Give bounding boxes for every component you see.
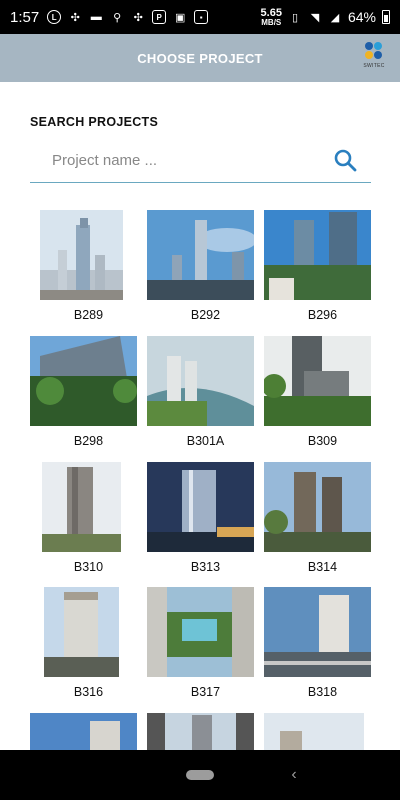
project-thumbnail	[147, 462, 254, 552]
project-tile[interactable]: B292	[147, 210, 264, 326]
project-thumbnail	[40, 210, 123, 300]
battery-icon	[382, 10, 390, 24]
photo-icon: ▣	[175, 11, 186, 24]
project-thumbnail	[30, 713, 137, 750]
home-pill-icon[interactable]	[186, 770, 214, 780]
vibrate-icon: ▯	[291, 11, 298, 24]
car-icon: ▬	[90, 11, 102, 23]
project-tile[interactable]	[147, 713, 264, 750]
page-title: CHOOSE PROJECT	[137, 50, 263, 66]
project-tile[interactable]: B310	[30, 462, 147, 578]
project-code: B316	[73, 685, 104, 699]
app-bar: CHOOSE PROJECT SWITEC	[0, 34, 400, 82]
project-code: B309	[307, 434, 338, 448]
parking-icon: P	[152, 10, 167, 24]
project-code: B317	[190, 685, 221, 699]
project-tile[interactable]: B316	[30, 587, 147, 703]
line-app-icon: L	[47, 10, 62, 24]
search-section-label: SEARCH PROJECTS	[30, 115, 159, 129]
wifi-icon: ◥	[310, 11, 320, 24]
project-code: B292	[190, 308, 221, 322]
project-thumbnail	[264, 462, 371, 552]
search-input[interactable]	[52, 148, 322, 172]
company-logo: SWITEC	[360, 42, 388, 72]
network-speed-unit: MB/S	[261, 17, 282, 27]
project-thumbnail	[264, 713, 364, 750]
project-tile[interactable]: B314	[264, 462, 381, 578]
project-tile[interactable]	[264, 713, 381, 750]
status-right: 5.65 MB/S ▯ ◥ ◢ 64%	[260, 6, 390, 27]
project-code: B314	[307, 560, 338, 574]
network-speed: 5.65 MB/S	[260, 6, 282, 27]
project-thumbnail	[264, 210, 371, 300]
project-thumbnail	[147, 210, 254, 300]
search-icon[interactable]	[333, 148, 357, 172]
system-nav-bar: ‹	[0, 750, 400, 800]
project-code: B298	[73, 434, 104, 448]
project-code: B301A	[186, 434, 225, 448]
project-tile[interactable]: B313	[147, 462, 264, 578]
back-chevron-icon[interactable]: ‹	[287, 763, 301, 787]
status-bar: 1:57 L ✣ ▬ ⚲ ✣ P ▣ ▪ 5.65 MB/S ▯ ◥ ◢ 64%	[0, 0, 400, 34]
pinwheel-icon-2: ✣	[133, 11, 143, 24]
project-thumbnail	[147, 336, 254, 426]
project-code: B318	[307, 685, 338, 699]
project-thumbnail	[44, 587, 119, 677]
logo-dots-icon	[364, 42, 384, 62]
status-time: 1:57	[10, 8, 40, 26]
project-code: B296	[307, 308, 338, 322]
signal-icon: ◢	[330, 11, 340, 24]
project-code: B310	[73, 560, 104, 574]
project-thumbnail	[147, 713, 254, 750]
pinwheel-icon: ✣	[70, 11, 80, 24]
project-tile[interactable]: B289	[30, 210, 147, 326]
battery-percentage: 64%	[347, 9, 376, 25]
project-tile[interactable]: B298	[30, 336, 147, 452]
location-icon: ⚲	[113, 11, 122, 24]
keyboard-icon: ▪	[194, 10, 209, 24]
network-speed-value: 5.65	[260, 6, 282, 19]
notification-icons: L ✣ ▬ ⚲ ✣ P ▣ ▪	[47, 10, 209, 24]
logo-text: SWITEC	[363, 63, 385, 69]
project-grid: B289 B292 B296 B298 B301A B309 B310 B313…	[0, 205, 400, 750]
project-code: B289	[73, 308, 104, 322]
project-thumbnail	[42, 462, 121, 552]
project-thumbnail	[264, 587, 371, 677]
project-thumbnail	[147, 587, 254, 677]
project-tile[interactable]	[30, 713, 147, 750]
project-tile[interactable]: B309	[264, 336, 381, 452]
project-tile[interactable]: B317	[147, 587, 264, 703]
project-code: B313	[190, 560, 221, 574]
project-thumbnail	[30, 336, 137, 426]
project-thumbnail	[264, 336, 371, 426]
project-tile[interactable]: B301A	[147, 336, 264, 452]
project-tile[interactable]: B296	[264, 210, 381, 326]
project-tile[interactable]: B318	[264, 587, 381, 703]
search-box	[30, 140, 371, 183]
